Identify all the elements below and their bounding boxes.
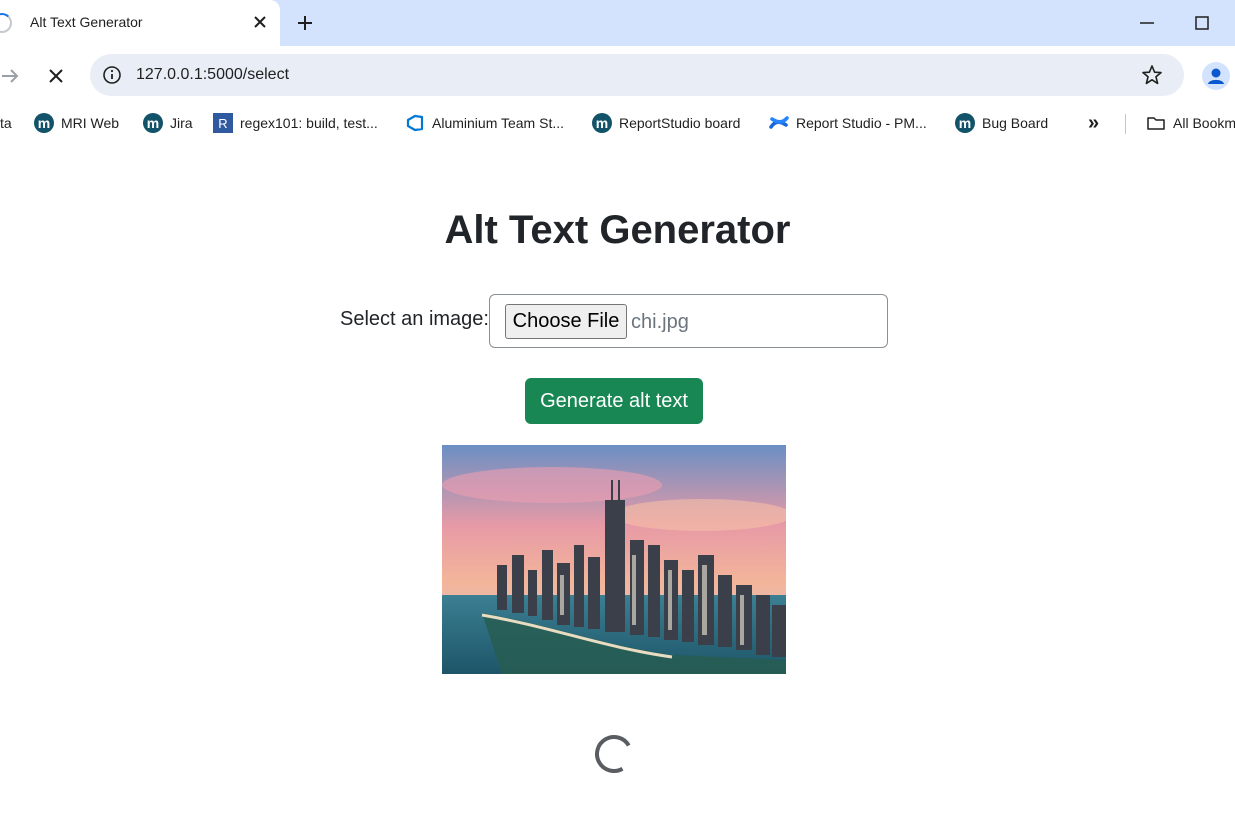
browser-tab[interactable]: Alt Text Generator — [0, 0, 280, 46]
file-input[interactable]: Choose File chi.jpg — [489, 294, 888, 348]
address-bar[interactable]: 127.0.0.1:5000/select — [90, 54, 1184, 96]
close-tab-icon[interactable] — [250, 12, 270, 32]
site-info-icon[interactable] — [100, 63, 124, 87]
maximize-icon[interactable] — [1189, 10, 1215, 36]
bookmark-label: MRI Web — [61, 115, 120, 131]
page-title: Alt Text Generator — [444, 208, 791, 252]
bookmark-label: ta — [0, 115, 12, 131]
chevron-double-right-icon: » — [1088, 111, 1100, 134]
bookmark-item[interactable]: R regex101: build, test... — [213, 104, 378, 142]
profile-icon — [1208, 68, 1224, 84]
tab-title: Alt Text Generator — [30, 14, 143, 30]
loading-spinner-icon — [0, 13, 12, 33]
folder-icon — [1147, 117, 1165, 130]
url-text[interactable]: 127.0.0.1:5000/select — [136, 66, 289, 84]
bookmarks-bar: ta m MRI Web m Jira R regex101: build, t… — [0, 104, 1235, 142]
mri-m-icon: m — [955, 113, 975, 133]
bookmarks-divider — [1125, 114, 1126, 134]
bookmark-label: Jira — [170, 115, 193, 131]
choose-file-button[interactable]: Choose File — [505, 304, 627, 339]
new-tab-icon[interactable] — [292, 10, 318, 36]
loading-spinner-icon — [595, 735, 633, 773]
bookmark-item[interactable]: m ReportStudio board — [592, 104, 740, 142]
image-preview — [442, 445, 786, 674]
mri-m-icon: m — [143, 113, 163, 133]
select-image-label: Select an image: — [340, 308, 489, 330]
bookmark-item[interactable]: m MRI Web — [34, 104, 119, 142]
mri-m-icon: m — [592, 113, 612, 133]
stop-loading-icon[interactable] — [43, 63, 69, 89]
all-bookmarks-label: All Bookmarks — [1173, 115, 1235, 131]
bookmark-item[interactable]: Aluminium Team St... — [405, 104, 564, 142]
all-bookmarks-button[interactable]: All Bookmarks — [1146, 104, 1235, 142]
page-content: Alt Text Generator Select an image: Choo… — [0, 142, 1235, 822]
bookmark-item[interactable]: Report Studio - PM... — [769, 104, 927, 142]
bookmark-label: regex101: build, test... — [240, 115, 378, 131]
bookmark-item[interactable]: ta — [0, 104, 12, 142]
bookmark-item[interactable]: m Bug Board — [955, 104, 1048, 142]
browser-toolbar: 127.0.0.1:5000/select — [0, 46, 1235, 104]
azure-devops-icon — [406, 114, 424, 132]
tab-strip: Alt Text Generator — [0, 0, 1235, 46]
regex101-icon: R — [213, 113, 233, 133]
mri-m-icon: m — [34, 113, 54, 133]
forward-icon[interactable] — [0, 63, 24, 89]
bookmark-label: Report Studio - PM... — [796, 115, 927, 131]
bookmark-star-icon[interactable] — [1140, 63, 1164, 87]
bookmark-label: ReportStudio board — [619, 115, 741, 131]
bookmark-item[interactable]: m Jira — [143, 104, 193, 142]
confluence-icon — [769, 116, 789, 129]
selected-file-name: chi.jpg — [631, 311, 689, 333]
chicago-skyline-image — [442, 445, 786, 674]
bookmark-label: Bug Board — [982, 115, 1049, 131]
minimize-icon[interactable] — [1134, 10, 1160, 36]
generate-alt-text-button[interactable]: Generate alt text — [525, 378, 703, 424]
profile-avatar[interactable] — [1202, 62, 1230, 90]
bookmarks-overflow-button[interactable]: » — [1088, 104, 1099, 142]
bookmark-label: Aluminium Team St... — [432, 115, 565, 131]
